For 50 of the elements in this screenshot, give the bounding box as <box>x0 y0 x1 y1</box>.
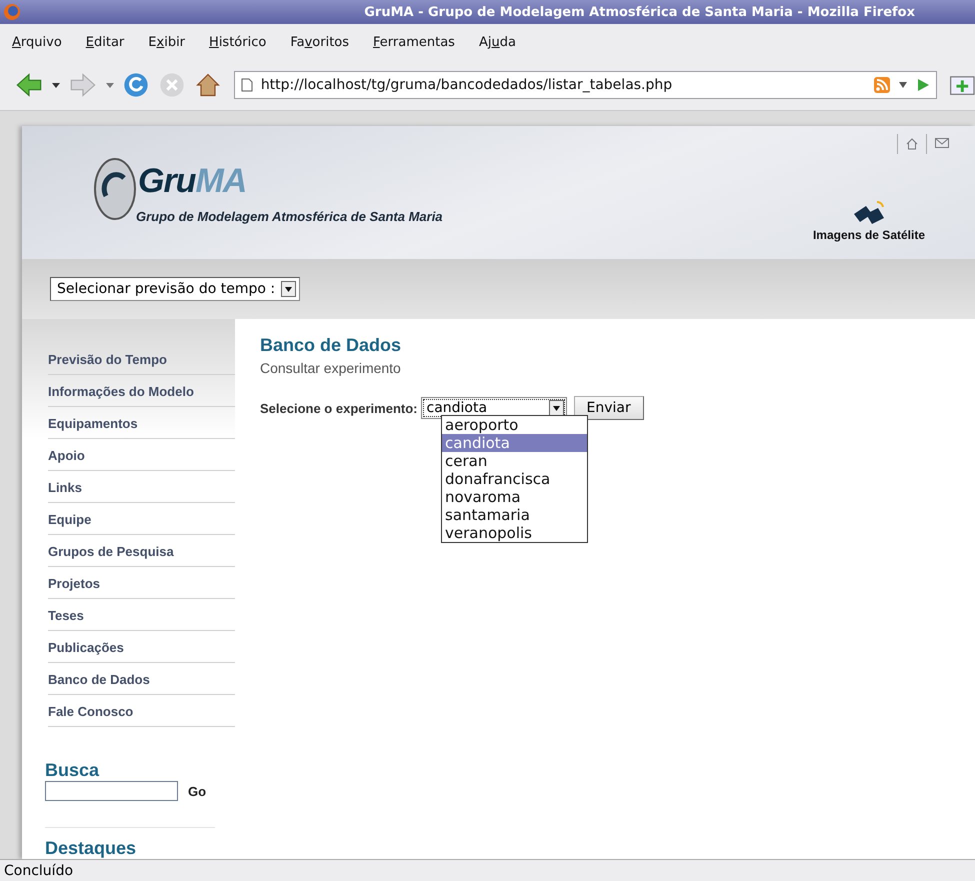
page-subtitle: Consultar experimento <box>260 360 402 376</box>
page-title: Banco de Dados <box>260 335 402 356</box>
back-arrow-icon[interactable] <box>14 71 44 99</box>
window-title: GruMA - Grupo de Modelagem Atmosférica de Santa Maria - Mozilla Firefox <box>363 4 916 20</box>
sidebar-link[interactable]: Teses <box>48 599 235 631</box>
search-heading: Busca <box>45 760 100 781</box>
site-subtitle: Grupo de Modelagem Atmosférica de Santa Maria <box>136 209 443 224</box>
mail-icon[interactable] <box>935 138 949 148</box>
menu-item[interactable]: Exibir <box>148 34 186 50</box>
sidebar-link[interactable]: Equipamentos <box>48 407 235 439</box>
sidebar-link[interactable]: Equipe <box>48 503 235 535</box>
caret-icon <box>552 406 560 410</box>
dropdown-caret-icon[interactable] <box>52 81 60 89</box>
sidebar-link[interactable]: Informações do Modelo <box>48 375 235 407</box>
site-logo: GruMA <box>138 164 246 198</box>
menu-item[interactable]: Editar <box>86 34 124 50</box>
satellite-link[interactable]: Imagens de Satélite <box>812 200 925 242</box>
sidebar-link[interactable]: Previsão do Tempo <box>48 343 235 375</box>
home-icon[interactable] <box>906 138 918 150</box>
feed-icon[interactable] <box>874 77 890 93</box>
browser-logo-icon <box>3 3 21 21</box>
dropdown-caret-icon[interactable] <box>898 81 908 89</box>
sidebar-link[interactable]: Grupos de Pesquisa <box>48 535 235 567</box>
submit-button[interactable]: Enviar <box>574 396 644 420</box>
sidebar-link[interactable]: Apoio <box>48 439 235 471</box>
search-field[interactable] <box>45 781 178 801</box>
page-icon <box>240 78 253 92</box>
menu-item[interactable]: Histórico <box>209 34 266 50</box>
menu-item[interactable]: Ajuda <box>478 34 516 50</box>
sidebar-link[interactable]: Banco de Dados <box>48 663 235 695</box>
forecast-select[interactable]: Selecionar previsão do tempo : <box>50 277 300 301</box>
dropdown-option[interactable]: candiota <box>442 434 587 452</box>
go-arrow-icon[interactable] <box>916 78 930 92</box>
sidebar-link[interactable]: Links <box>48 471 235 503</box>
highlights-heading: Destaques <box>45 838 138 859</box>
go-button[interactable]: Go <box>188 784 206 798</box>
caret-icon <box>285 286 292 292</box>
form-label: Selecione o experimento: <box>260 400 418 416</box>
menu-item[interactable]: Favoritos <box>290 34 350 50</box>
sidebar-link[interactable]: Fale Conosco <box>48 695 235 727</box>
address-field[interactable]: http://localhost/tg/gruma/bancodedados/listar_tabelas.php <box>234 71 938 99</box>
menu-item[interactable]: Arquivo <box>12 34 62 50</box>
sidebar-link[interactable]: Projetos <box>48 567 235 599</box>
sidebar-link[interactable]: Publicações <box>48 631 235 663</box>
status-bar: Concluído <box>0 859 975 881</box>
logo-icon <box>92 156 138 222</box>
forward-arrow-icon[interactable] <box>68 71 98 99</box>
home-icon[interactable] <box>194 71 222 99</box>
menu-item[interactable]: Ferramentas <box>373 34 455 50</box>
reload-icon[interactable] <box>122 71 150 99</box>
